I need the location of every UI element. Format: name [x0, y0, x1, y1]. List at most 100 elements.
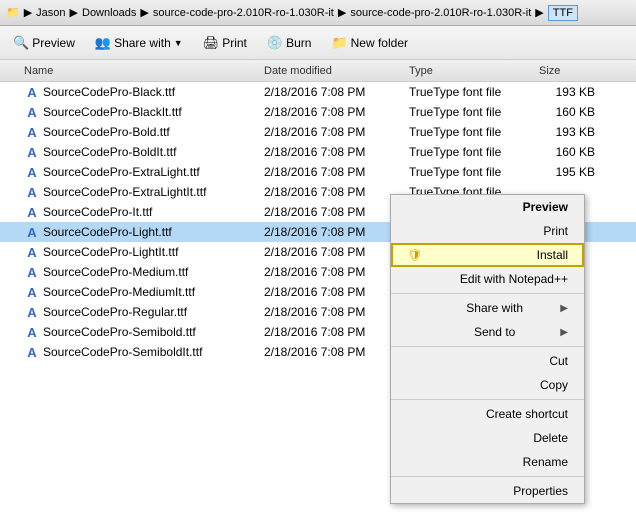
toolbar: 🔍 Preview 👥 Share with ▼ 🖨 Print 💿 Burn … — [0, 26, 636, 60]
file-type: TrueType font file — [409, 165, 539, 179]
context-menu-item-share-with[interactable]: Share with ▶ — [391, 296, 584, 320]
context-menu: Preview Print 🛡 Install Edit with Notepad++ S… — [390, 194, 585, 504]
file-name: SourceCodePro-MediumIt.ttf — [43, 285, 195, 299]
empty-icon — [407, 324, 423, 340]
submenu-arrow: ▶ — [560, 303, 568, 314]
font-file-icon: A — [24, 144, 40, 160]
context-menu-separator — [391, 293, 584, 294]
file-date: 2/18/2016 7:08 PM — [264, 185, 409, 199]
share-with-button[interactable]: 👥 Share with ▼ — [86, 31, 192, 55]
file-name: SourceCodePro-SemiboldIt.ttf — [43, 345, 202, 359]
file-size: 193 KB — [539, 125, 599, 139]
font-file-icon: A — [24, 284, 40, 300]
file-name: SourceCodePro-LightIt.ttf — [43, 245, 178, 259]
file-type: TrueType font file — [409, 125, 539, 139]
context-menu-label: Edit with Notepad++ — [460, 272, 568, 286]
context-menu-item-edit-with-notepad++[interactable]: Edit with Notepad++ — [391, 267, 584, 291]
share-dropdown-arrow: ▼ — [174, 38, 183, 48]
install-icon: 🛡 — [407, 247, 423, 263]
column-date[interactable]: Date modified — [264, 65, 409, 77]
new-folder-button[interactable]: 📁 New folder — [322, 31, 417, 55]
file-size: 193 KB — [539, 85, 599, 99]
context-menu-item-properties[interactable]: Properties — [391, 479, 584, 503]
font-file-icon: A — [24, 264, 40, 280]
context-menu-separator — [391, 346, 584, 347]
file-list-header: Name Date modified Type Size — [0, 60, 636, 82]
file-date: 2/18/2016 7:08 PM — [264, 145, 409, 159]
font-file-icon: A — [24, 224, 40, 240]
empty-icon — [407, 300, 423, 316]
context-menu-label: Preview — [523, 200, 568, 214]
file-name: SourceCodePro-ExtraLight.ttf — [43, 165, 200, 179]
preview-button[interactable]: 🔍 Preview — [4, 31, 84, 55]
context-menu-label: Delete — [533, 431, 568, 445]
burn-icon: 💿 — [267, 35, 283, 51]
context-menu-label: Share with — [466, 301, 523, 315]
share-icon: 👥 — [95, 35, 111, 51]
table-row[interactable]: A SourceCodePro-ExtraLight.ttf 2/18/2016… — [0, 162, 636, 182]
context-menu-item-print[interactable]: Print — [391, 219, 584, 243]
file-date: 2/18/2016 7:08 PM — [264, 125, 409, 139]
context-menu-item-install[interactable]: 🛡 Install — [391, 243, 584, 267]
context-menu-label: Cut — [549, 354, 568, 368]
context-menu-label: Rename — [523, 455, 568, 469]
empty-icon — [407, 353, 423, 369]
font-file-icon: A — [24, 344, 40, 360]
font-file-icon: A — [24, 84, 40, 100]
file-name: SourceCodePro-Medium.ttf — [43, 265, 188, 279]
empty-icon — [407, 406, 423, 422]
breadcrumb[interactable]: 📁 ▶ Jason ▶ Downloads ▶ source-code-pro-… — [6, 5, 578, 21]
file-date: 2/18/2016 7:08 PM — [264, 165, 409, 179]
file-size: 160 KB — [539, 105, 599, 119]
file-name: SourceCodePro-Semibold.ttf — [43, 325, 196, 339]
empty-icon — [407, 483, 423, 499]
burn-button[interactable]: 💿 Burn — [258, 31, 321, 55]
file-date: 2/18/2016 7:08 PM — [264, 325, 409, 339]
context-menu-label: Install — [537, 248, 568, 262]
file-date: 2/18/2016 7:08 PM — [264, 245, 409, 259]
context-menu-label: Properties — [513, 484, 568, 498]
file-name: SourceCodePro-ExtraLightIt.ttf — [43, 185, 206, 199]
empty-icon — [407, 199, 423, 215]
font-file-icon: A — [24, 324, 40, 340]
breadcrumb-folder-icon: 📁 — [6, 6, 20, 19]
file-name: SourceCodePro-BoldIt.ttf — [43, 145, 176, 159]
breadcrumb-active[interactable]: TTF — [548, 5, 578, 21]
empty-icon — [407, 454, 423, 470]
table-row[interactable]: A SourceCodePro-Bold.ttf 2/18/2016 7:08 … — [0, 122, 636, 142]
empty-icon — [407, 430, 423, 446]
font-file-icon: A — [24, 184, 40, 200]
context-menu-item-delete[interactable]: Delete — [391, 426, 584, 450]
context-menu-item-rename[interactable]: Rename — [391, 450, 584, 474]
context-menu-item-copy[interactable]: Copy — [391, 373, 584, 397]
print-button[interactable]: 🖨 Print — [194, 31, 256, 55]
table-row[interactable]: A SourceCodePro-Black.ttf 2/18/2016 7:08… — [0, 82, 636, 102]
column-name[interactable]: Name — [4, 65, 264, 77]
context-menu-item-create-shortcut[interactable]: Create shortcut — [391, 402, 584, 426]
title-bar: 📁 ▶ Jason ▶ Downloads ▶ source-code-pro-… — [0, 0, 636, 26]
table-row[interactable]: A SourceCodePro-BlackIt.ttf 2/18/2016 7:… — [0, 102, 636, 122]
file-date: 2/18/2016 7:08 PM — [264, 305, 409, 319]
file-size: 195 KB — [539, 165, 599, 179]
file-date: 2/18/2016 7:08 PM — [264, 225, 409, 239]
context-menu-separator — [391, 476, 584, 477]
file-name: SourceCodePro-BlackIt.ttf — [43, 105, 182, 119]
print-icon: 🖨 — [203, 35, 220, 51]
new-folder-icon: 📁 — [331, 35, 347, 51]
font-file-icon: A — [24, 304, 40, 320]
file-name: SourceCodePro-Regular.ttf — [43, 305, 187, 319]
context-menu-item-cut[interactable]: Cut — [391, 349, 584, 373]
empty-icon — [407, 377, 423, 393]
context-menu-item-send-to[interactable]: Send to▶ — [391, 320, 584, 344]
file-size: 160 KB — [539, 145, 599, 159]
font-file-icon: A — [24, 104, 40, 120]
file-type: TrueType font file — [409, 105, 539, 119]
table-row[interactable]: A SourceCodePro-BoldIt.ttf 2/18/2016 7:0… — [0, 142, 636, 162]
column-size[interactable]: Size — [539, 65, 599, 77]
empty-icon — [407, 271, 423, 287]
context-menu-item-preview[interactable]: Preview — [391, 195, 584, 219]
file-type: TrueType font file — [409, 85, 539, 99]
font-file-icon: A — [24, 124, 40, 140]
file-date: 2/18/2016 7:08 PM — [264, 85, 409, 99]
column-type[interactable]: Type — [409, 65, 539, 77]
